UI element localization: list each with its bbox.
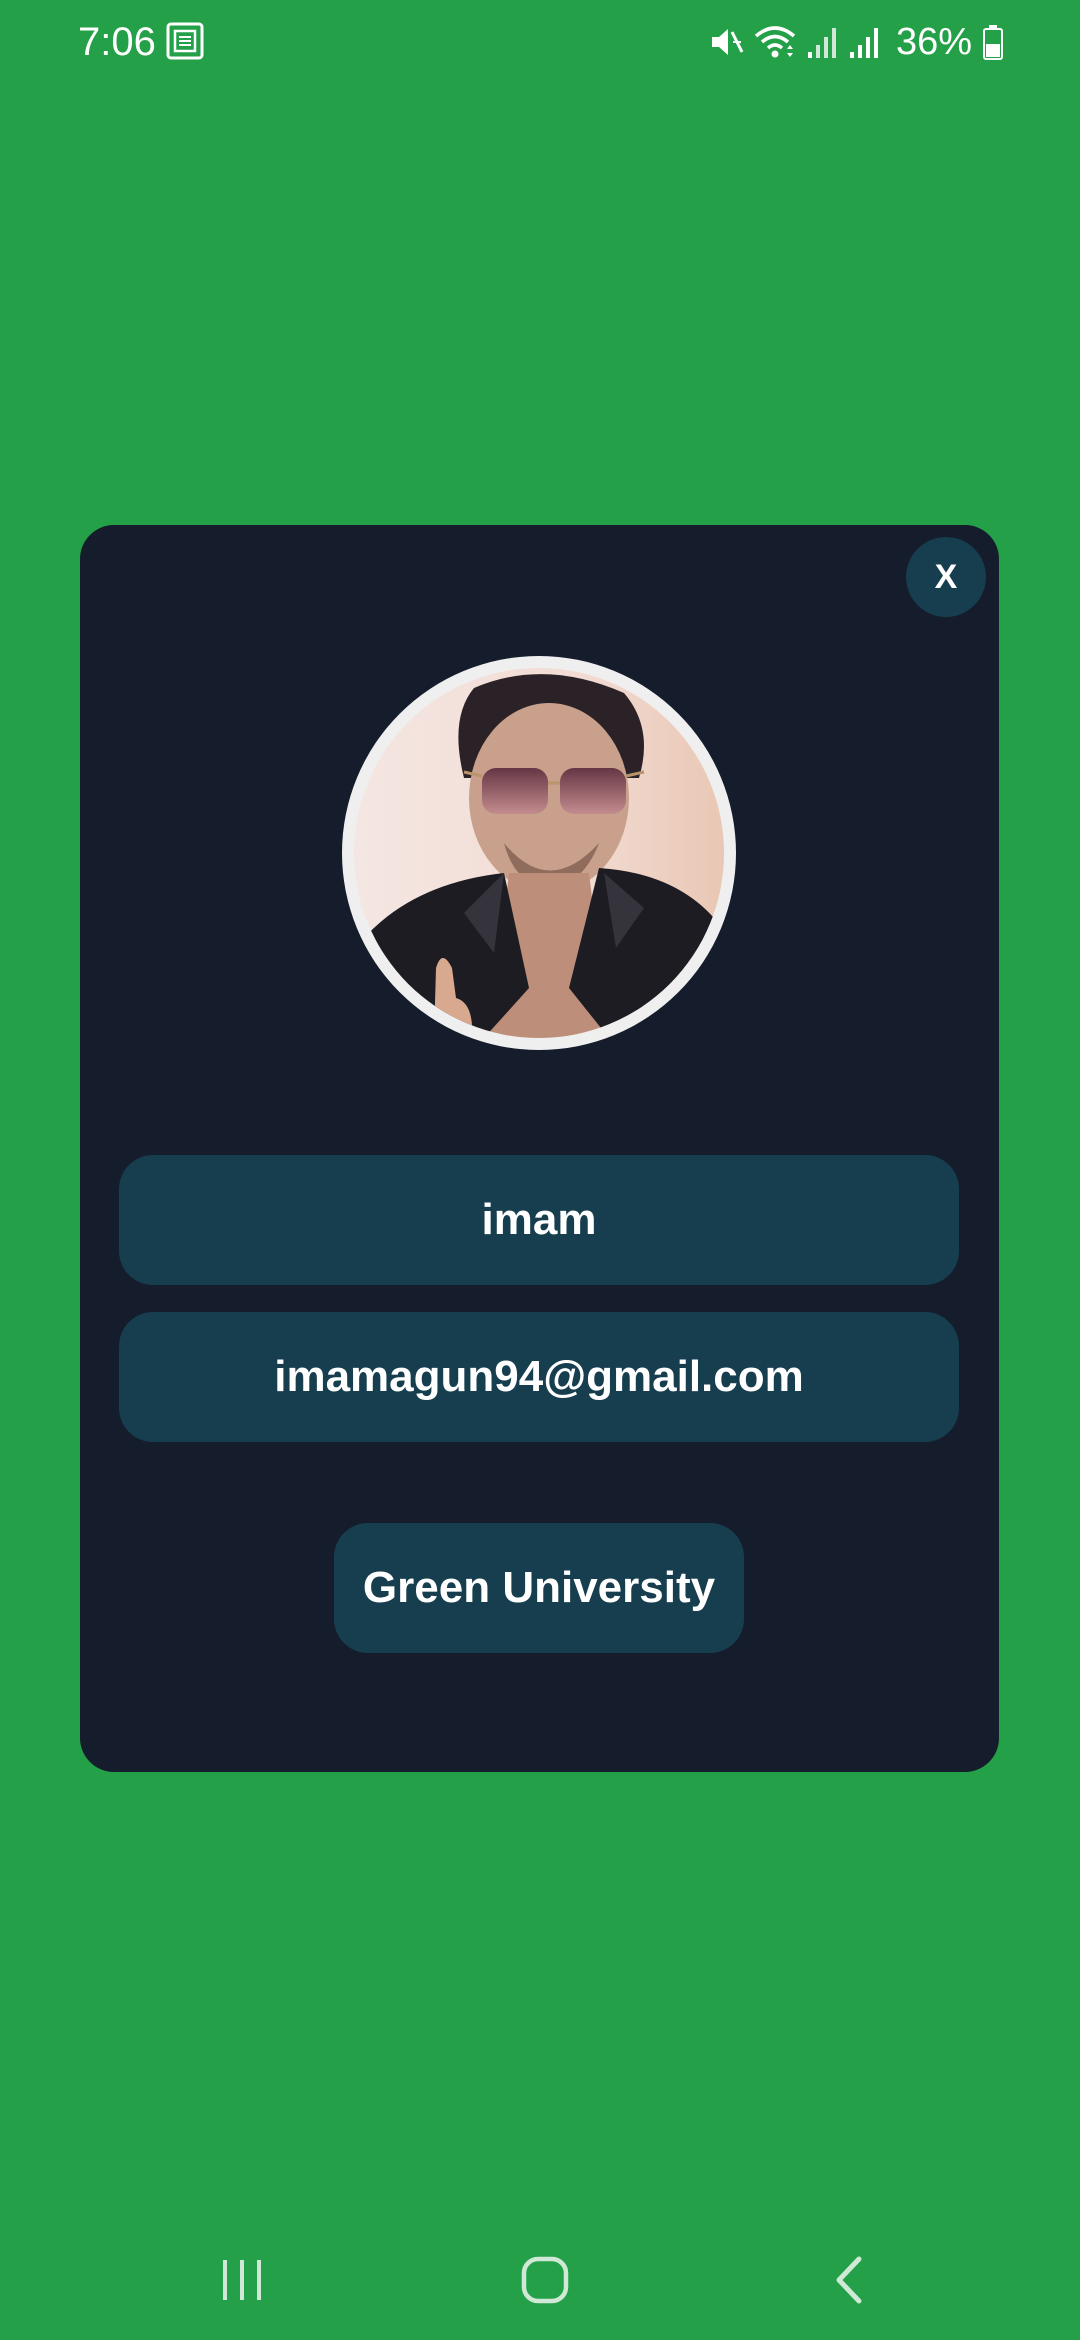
back-icon[interactable]	[808, 2248, 888, 2312]
screen: 7:06 36% X imam imamagun94@gmail.com Gre…	[0, 0, 1080, 2340]
university-button[interactable]: Green University	[334, 1523, 744, 1653]
avatar	[342, 656, 736, 1050]
profile-photo	[354, 668, 724, 1038]
battery-percent: 36%	[895, 20, 972, 63]
profile-dialog: X imam imamagun94@gmail.com Green Univer…	[80, 525, 999, 1772]
signal-icon	[848, 24, 880, 60]
home-icon[interactable]	[505, 2248, 585, 2312]
status-time: 7:06	[78, 20, 156, 64]
wifi-icon	[754, 24, 796, 60]
mute-icon	[708, 24, 744, 60]
status-bar: 7:06 36%	[0, 0, 1080, 84]
status-icons: 36%	[708, 18, 1004, 66]
email-field: imamagun94@gmail.com	[119, 1312, 959, 1442]
close-button[interactable]: X	[906, 537, 986, 617]
navigation-bar	[0, 2220, 1080, 2340]
recents-icon[interactable]	[202, 2248, 282, 2312]
name-field: imam	[119, 1155, 959, 1285]
battery-icon	[982, 24, 1004, 60]
signal-icon	[806, 24, 838, 60]
notification-icon	[166, 22, 204, 60]
